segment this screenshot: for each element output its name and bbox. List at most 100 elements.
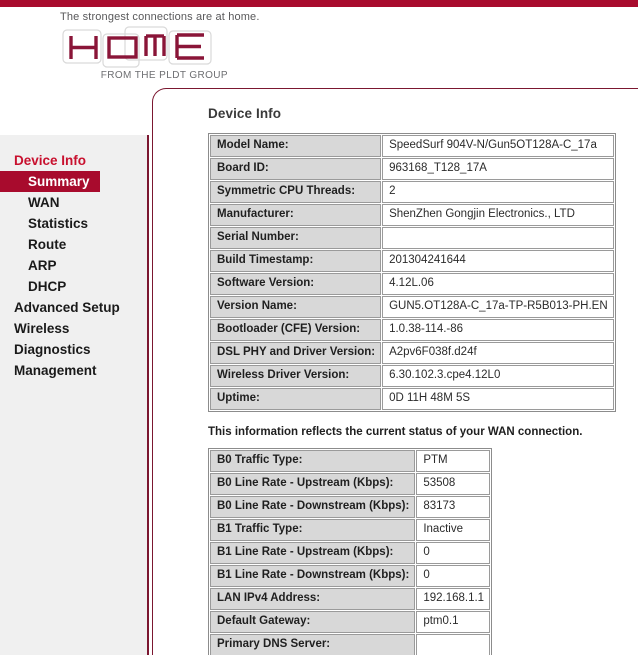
row-value bbox=[416, 634, 491, 655]
table-row: Software Version: 4.12L.06 bbox=[210, 273, 614, 295]
row-label: Software Version: bbox=[210, 273, 382, 295]
sidebar-item-dhcp[interactable]: DHCP bbox=[0, 276, 147, 297]
sidebar-item-label: Device Info bbox=[14, 153, 87, 168]
row-label: B0 Traffic Type: bbox=[210, 450, 416, 472]
table-row: Manufacturer: ShenZhen Gongjin Electronic… bbox=[210, 204, 614, 226]
row-value: 0 bbox=[416, 542, 491, 564]
row-value: PTM bbox=[416, 450, 491, 472]
row-label: Board ID: bbox=[210, 158, 382, 180]
row-value: 6.30.102.3.cpe4.12L0 bbox=[382, 365, 614, 387]
row-value: ShenZhen Gongjin Electronics., LTD bbox=[382, 204, 614, 226]
row-label: B0 Line Rate - Downstream (Kbps): bbox=[210, 496, 416, 518]
sidebar-item-advanced-setup[interactable]: Advanced Setup bbox=[0, 297, 147, 318]
row-label: Manufacturer: bbox=[210, 204, 382, 226]
table-row: Symmetric CPU Threads: 2 bbox=[210, 181, 614, 203]
table-row: LAN IPv4 Address: 192.168.1.1 bbox=[210, 588, 491, 610]
table-row: Board ID: 963168_T128_17A bbox=[210, 158, 614, 180]
sidebar-item-wireless[interactable]: Wireless bbox=[0, 318, 147, 339]
table-row: B1 Traffic Type: Inactive bbox=[210, 519, 491, 541]
row-value: ptm0.1 bbox=[416, 611, 491, 633]
table-row: B1 Line Rate - Downstream (Kbps): 0 bbox=[210, 565, 491, 587]
brand-subtitle: FROM THE PLDT GROUP bbox=[100, 70, 228, 81]
row-value: A2pv6F038f.d24f bbox=[382, 342, 614, 364]
sidebar-item-label: Statistics bbox=[28, 216, 89, 231]
row-value: 963168_T128_17A bbox=[382, 158, 614, 180]
top-accent-bar bbox=[0, 0, 638, 7]
table-row: Default Gateway: ptm0.1 bbox=[210, 611, 491, 633]
row-label: Default Gateway: bbox=[210, 611, 416, 633]
row-label: Wireless Driver Version: bbox=[210, 365, 382, 387]
row-value: 0 bbox=[416, 565, 491, 587]
wan-info-body: B0 Traffic Type: PTM B0 Line Rate - Upstre… bbox=[210, 450, 491, 655]
row-label: Version Name: bbox=[210, 296, 382, 318]
table-row: Version Name: GUN5.OT128A-C_17a-TP-R5B013… bbox=[210, 296, 614, 318]
table-row: Build Timestamp: 201304241644 bbox=[210, 250, 614, 272]
table-row: Serial Number: bbox=[210, 227, 614, 249]
row-label: LAN IPv4 Address: bbox=[210, 588, 416, 610]
table-row: B1 Line Rate - Upstream (Kbps): 0 bbox=[210, 542, 491, 564]
sidebar-item-label: WAN bbox=[28, 195, 60, 210]
device-info-body: Model Name: SpeedSurf 904V-N/Gun5OT128A-C… bbox=[210, 135, 614, 410]
device-info-table: Model Name: SpeedSurf 904V-N/Gun5OT128A-C… bbox=[208, 133, 616, 412]
table-row: B0 Line Rate - Downstream (Kbps): 83173 bbox=[210, 496, 491, 518]
row-label: Uptime: bbox=[210, 388, 382, 410]
table-row: Bootloader (CFE) Version: 1.0.38-114.-86 bbox=[210, 319, 614, 341]
sidebar-item-arp[interactable]: ARP bbox=[0, 255, 147, 276]
brand-tagline: The strongest connections are at home. bbox=[60, 11, 260, 23]
page-title: Device Info bbox=[208, 106, 282, 121]
row-value: 1.0.38-114.-86 bbox=[382, 319, 614, 341]
row-label: Model Name: bbox=[210, 135, 382, 157]
sidebar-item-statistics[interactable]: Statistics bbox=[0, 213, 147, 234]
row-label: Build Timestamp: bbox=[210, 250, 382, 272]
row-value: 4.12L.06 bbox=[382, 273, 614, 295]
row-label: Symmetric CPU Threads: bbox=[210, 181, 382, 203]
row-label: B1 Line Rate - Upstream (Kbps): bbox=[210, 542, 416, 564]
row-value bbox=[382, 227, 614, 249]
sidebar-item-label: Summary bbox=[28, 174, 90, 189]
sidebar-item-label: Wireless bbox=[14, 321, 70, 336]
row-value: 201304241644 bbox=[382, 250, 614, 272]
row-label: DSL PHY and Driver Version: bbox=[210, 342, 382, 364]
table-row: DSL PHY and Driver Version: A2pv6F038f.d2… bbox=[210, 342, 614, 364]
row-value: 192.168.1.1 bbox=[416, 588, 491, 610]
table-row: B0 Traffic Type: PTM bbox=[210, 450, 491, 472]
sidebar-item-wan[interactable]: WAN bbox=[0, 192, 147, 213]
row-label: B1 Line Rate - Downstream (Kbps): bbox=[210, 565, 416, 587]
sidebar-nav: Device Info Summary WAN Statistics Route ARP D… bbox=[0, 150, 147, 381]
sidebar-item-label: DHCP bbox=[28, 279, 67, 294]
sidebar-item-label: Diagnostics bbox=[14, 342, 91, 357]
sidebar-item-label: Route bbox=[28, 237, 67, 252]
row-value: 2 bbox=[382, 181, 614, 203]
sidebar-item-label: Advanced Setup bbox=[14, 300, 120, 315]
table-row: Wireless Driver Version: 6.30.102.3.cpe4.… bbox=[210, 365, 614, 387]
wan-info-table: B0 Traffic Type: PTM B0 Line Rate - Upstre… bbox=[208, 448, 493, 655]
table-row: Primary DNS Server: bbox=[210, 634, 491, 655]
sidebar-item-label: ARP bbox=[28, 258, 57, 273]
table-row: B0 Line Rate - Upstream (Kbps): 53508 bbox=[210, 473, 491, 495]
home-logo-icon bbox=[62, 26, 212, 68]
sidebar-item-label: Management bbox=[14, 363, 97, 378]
sidebar-item-management[interactable]: Management bbox=[0, 360, 147, 381]
row-value: Inactive bbox=[416, 519, 491, 541]
row-label: Serial Number: bbox=[210, 227, 382, 249]
home-logo bbox=[62, 26, 228, 68]
wan-status-note: This information reflects the current st… bbox=[208, 426, 583, 438]
row-label: B1 Traffic Type: bbox=[210, 519, 416, 541]
row-value: GUN5.OT128A-C_17a-TP-R5B013-PH.EN bbox=[382, 296, 614, 318]
row-label: B0 Line Rate - Upstream (Kbps): bbox=[210, 473, 416, 495]
content-inner: Device Info Model Name: SpeedSurf 904V-N/… bbox=[208, 106, 628, 655]
sidebar-item-diagnostics[interactable]: Diagnostics bbox=[0, 339, 147, 360]
row-label: Bootloader (CFE) Version: bbox=[210, 319, 382, 341]
table-row: Model Name: SpeedSurf 904V-N/Gun5OT128A-C… bbox=[210, 135, 614, 157]
sidebar-item-summary[interactable]: Summary bbox=[0, 171, 100, 192]
row-label: Primary DNS Server: bbox=[210, 634, 416, 655]
table-row: Uptime: 0D 11H 48M 5S bbox=[210, 388, 614, 410]
row-value: 83173 bbox=[416, 496, 491, 518]
content-panel: Device Info Model Name: SpeedSurf 904V-N/… bbox=[152, 88, 638, 655]
sidebar: Device Info Summary WAN Statistics Route ARP D… bbox=[0, 135, 149, 655]
row-value: 53508 bbox=[416, 473, 491, 495]
sidebar-item-route[interactable]: Route bbox=[0, 234, 147, 255]
sidebar-item-device-info[interactable]: Device Info bbox=[0, 150, 147, 171]
row-value: 0D 11H 48M 5S bbox=[382, 388, 614, 410]
row-value: SpeedSurf 904V-N/Gun5OT128A-C_17a bbox=[382, 135, 614, 157]
